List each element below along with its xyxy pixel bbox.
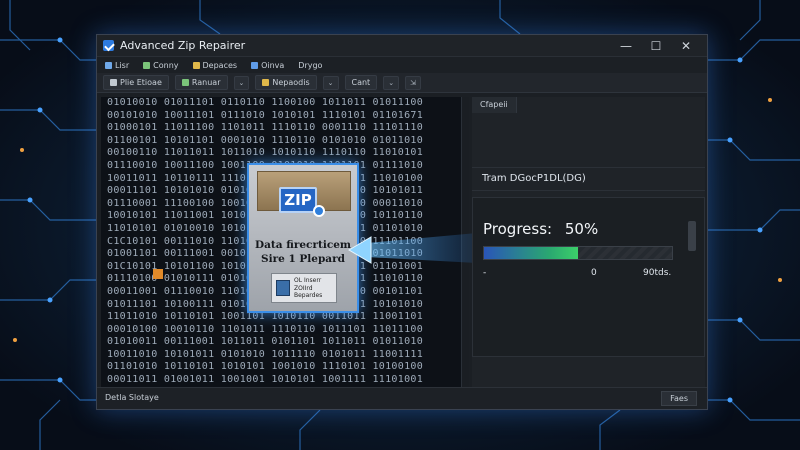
menu-item-window[interactable]: Oinva (251, 61, 284, 70)
repair-button-label: Ranuar (191, 78, 221, 87)
card-subtitle: Sire 1 Plepard (261, 253, 345, 265)
details-scrollbar[interactable] (688, 221, 696, 251)
window-title: Advanced Zip Repairer (120, 39, 246, 52)
progress-section: Progress: 50% - 0 90tds. (472, 197, 705, 357)
progress-label: Progress: (483, 220, 553, 238)
badge-line: ZOIIrd (294, 284, 313, 292)
status-bar: Detla Slotaye Faes (97, 387, 707, 409)
details-panel: Cfapeii Tram DGocP1DL(DG) Progress: 50% … (472, 97, 705, 387)
file-button-label: Plie Etioae (120, 78, 162, 87)
cancel-dropdown-icon[interactable]: ⌄ (383, 75, 400, 90)
magnifier-icon (313, 205, 325, 217)
menu-bar: Lisr Conny Depaces Oinva Drygo (97, 57, 707, 73)
document-icon (276, 280, 290, 296)
cancel-button[interactable]: Cant (344, 75, 378, 90)
status-text: Detla Slotaye (105, 393, 159, 402)
menu-item-label: Depaces (202, 60, 238, 70)
window-icon (251, 61, 259, 69)
corrupt-byte-marker (153, 269, 163, 279)
zip-file-card: ZIP Data firecrticem Sire 1 Plepard OL I… (247, 163, 359, 313)
close-button[interactable]: ✕ (671, 39, 701, 53)
status-button[interactable]: Faes (661, 391, 697, 406)
cancel-button-label: Cant (351, 78, 371, 87)
archive-button-label: Nepaodis (272, 78, 310, 87)
menu-item-list[interactable]: Lisr (105, 61, 129, 70)
repair-icon (181, 79, 189, 86)
file-name: Tram DGocP1DL(DG) (482, 173, 586, 184)
card-badge: OL Inserr ZOIIrd Bepardes (271, 273, 337, 303)
folder-icon (192, 61, 200, 69)
repair-dropdown-icon[interactable]: ⌄ (233, 75, 250, 90)
file-icon (110, 79, 117, 86)
progress-fill (484, 247, 578, 259)
repair-button[interactable]: Ranuar (174, 75, 228, 90)
archive-dropdown-icon[interactable]: ⌄ (322, 75, 339, 90)
progress-foot-right: 90tds. (643, 268, 672, 278)
menu-item-copy[interactable]: Conny (143, 60, 179, 70)
minimize-button[interactable]: — (611, 39, 641, 53)
copy-icon (143, 61, 151, 69)
tab-details[interactable]: Cfapeii (472, 97, 517, 113)
card-title: Data firecrticem (254, 239, 351, 251)
arrow-icon (348, 233, 477, 264)
menu-item-label: Conny (153, 60, 179, 70)
app-logo-icon (103, 40, 114, 51)
menu-item-label: Lisr (115, 60, 130, 70)
progress-bar (483, 246, 673, 260)
file-button[interactable]: Plie Etioae (103, 75, 169, 90)
progress-foot-mid: 0 (591, 268, 597, 278)
menu-item-extra[interactable]: Drygo (298, 61, 322, 70)
archive-icon (262, 79, 270, 86)
badge-line: Bepardes (294, 292, 323, 299)
badge-text: OL Inserr ZOIIrd Bepardes (294, 277, 334, 300)
menu-item-label: Drygo (298, 60, 323, 70)
zip-logo-icon: ZIP (279, 187, 317, 213)
expand-icon[interactable]: ⇲ (405, 75, 421, 90)
title-bar[interactable]: Advanced Zip Repairer — ☐ ✕ (97, 35, 707, 57)
app-window: Advanced Zip Repairer — ☐ ✕ Lisr Conny D… (96, 34, 708, 410)
archive-button[interactable]: Nepaodis (255, 75, 317, 90)
menu-item-label: Oinva (261, 60, 285, 70)
menu-item-folder[interactable]: Depaces (192, 60, 238, 70)
badge-line: OL Inserr (294, 277, 322, 284)
list-icon (105, 61, 112, 69)
progress-foot-left: - (483, 268, 487, 278)
toolbar: Plie Etioae Ranuar ⌄ Nepaodis ⌄ Cant ⌄ ⇲ (97, 73, 707, 93)
maximize-button[interactable]: ☐ (641, 39, 671, 53)
progress-label-row: Progress: 50% (483, 220, 598, 238)
progress-percent: 50% (564, 220, 599, 238)
file-info-row: Tram DGocP1DL(DG) (472, 167, 705, 191)
